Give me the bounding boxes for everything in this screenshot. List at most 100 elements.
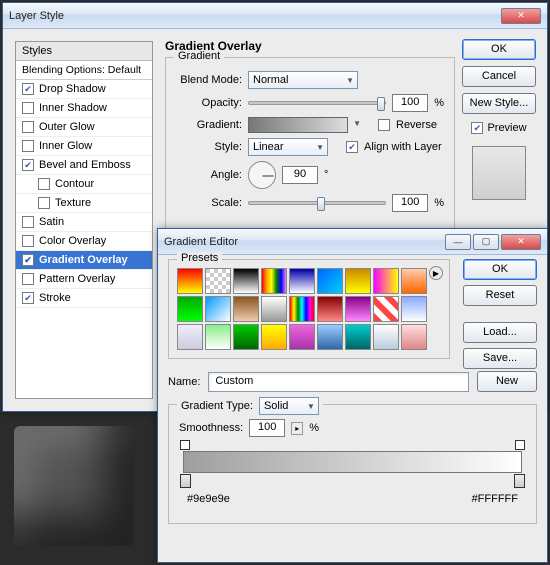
gradient-editor-buttons: OK Reset Load... Save...: [463, 259, 537, 369]
blend-mode-label: Blend Mode:: [176, 74, 242, 86]
style-item-bevel-and-emboss[interactable]: Bevel and Emboss: [16, 156, 152, 175]
preset-swatch[interactable]: [373, 296, 399, 322]
style-checkbox[interactable]: [22, 235, 34, 247]
preset-swatch[interactable]: [261, 296, 287, 322]
preset-swatch[interactable]: [317, 268, 343, 294]
preset-swatch[interactable]: [233, 268, 259, 294]
gradient-swatch[interactable]: [248, 117, 348, 133]
preset-swatch[interactable]: [317, 296, 343, 322]
color-stop-left[interactable]: [180, 474, 191, 488]
new-button[interactable]: New: [477, 371, 537, 392]
align-checkbox[interactable]: [346, 141, 358, 153]
reverse-checkbox[interactable]: [378, 119, 390, 131]
align-label: Align with Layer: [364, 141, 442, 153]
load-button[interactable]: Load...: [463, 322, 537, 343]
style-item-drop-shadow[interactable]: Drop Shadow: [16, 80, 152, 99]
style-item-color-overlay[interactable]: Color Overlay: [16, 232, 152, 251]
style-checkbox[interactable]: [22, 83, 34, 95]
preset-swatch[interactable]: [401, 296, 427, 322]
style-item-contour[interactable]: Contour: [16, 175, 152, 194]
style-item-texture[interactable]: Texture: [16, 194, 152, 213]
style-checkbox[interactable]: [22, 102, 34, 114]
style-checkbox[interactable]: [38, 197, 50, 209]
style-checkbox[interactable]: [22, 121, 34, 133]
style-checkbox[interactable]: [22, 254, 34, 266]
cancel-button[interactable]: Cancel: [462, 66, 536, 87]
style-checkbox[interactable]: [22, 159, 34, 171]
style-checkbox[interactable]: [22, 273, 34, 285]
preset-swatch[interactable]: [261, 268, 287, 294]
style-item-pattern-overlay[interactable]: Pattern Overlay: [16, 270, 152, 289]
angle-dial[interactable]: [248, 161, 276, 189]
preset-swatch[interactable]: [205, 324, 231, 350]
layer-style-titlebar[interactable]: Layer Style ✕: [3, 3, 547, 29]
style-label: Style:: [176, 141, 242, 153]
style-checkbox[interactable]: [38, 178, 50, 190]
preview-checkbox[interactable]: [471, 122, 483, 134]
preset-swatch[interactable]: [317, 324, 343, 350]
background-preview: [0, 412, 160, 565]
preset-swatch[interactable]: [205, 268, 231, 294]
preset-swatch[interactable]: [205, 296, 231, 322]
style-checkbox[interactable]: [22, 292, 34, 304]
style-item-outer-glow[interactable]: Outer Glow: [16, 118, 152, 137]
style-checkbox[interactable]: [22, 216, 34, 228]
blending-options[interactable]: Blending Options: Default: [16, 61, 152, 80]
color-stop-right[interactable]: [514, 474, 525, 488]
preset-swatch[interactable]: [177, 324, 203, 350]
left-color-code: #9e9e9e: [187, 493, 230, 505]
styles-header[interactable]: Styles: [16, 42, 152, 61]
close-icon[interactable]: ✕: [501, 234, 541, 250]
preset-swatch[interactable]: [373, 324, 399, 350]
preset-menu-icon[interactable]: ▶: [429, 266, 443, 280]
style-item-inner-glow[interactable]: Inner Glow: [16, 137, 152, 156]
style-label: Contour: [55, 178, 94, 190]
name-input[interactable]: Custom: [208, 372, 469, 392]
gradient-type-select[interactable]: Solid: [259, 397, 319, 415]
style-item-gradient-overlay[interactable]: Gradient Overlay: [16, 251, 152, 270]
opacity-stop-left[interactable]: [180, 440, 190, 450]
smoothness-stepper-icon[interactable]: ▸: [291, 422, 303, 435]
style-item-satin[interactable]: Satin: [16, 213, 152, 232]
scale-slider[interactable]: [248, 201, 386, 205]
opacity-slider[interactable]: [248, 101, 386, 105]
preset-swatch[interactable]: [289, 296, 315, 322]
preset-grid: [177, 268, 435, 350]
preset-swatch[interactable]: [345, 296, 371, 322]
scale-input[interactable]: 100: [392, 194, 428, 212]
style-select[interactable]: Linear: [248, 138, 328, 156]
opacity-stop-right[interactable]: [515, 440, 525, 450]
smoothness-label: Smoothness:: [179, 422, 243, 434]
style-checkbox[interactable]: [22, 140, 34, 152]
preset-swatch[interactable]: [345, 268, 371, 294]
preset-swatch[interactable]: [289, 324, 315, 350]
preset-swatch[interactable]: [233, 324, 259, 350]
gradient-type-label: Gradient Type:: [181, 400, 253, 412]
gradient-bar[interactable]: [183, 451, 522, 473]
reset-button[interactable]: Reset: [463, 285, 537, 306]
opacity-input[interactable]: 100: [392, 94, 428, 112]
preset-swatch[interactable]: [401, 324, 427, 350]
smoothness-input[interactable]: 100: [249, 419, 285, 437]
style-item-inner-shadow[interactable]: Inner Shadow: [16, 99, 152, 118]
save-button[interactable]: Save...: [463, 348, 537, 369]
ok-button[interactable]: OK: [463, 259, 537, 280]
preset-swatch[interactable]: [373, 268, 399, 294]
preset-swatch[interactable]: [177, 268, 203, 294]
style-item-stroke[interactable]: Stroke: [16, 289, 152, 308]
maximize-icon[interactable]: ▢: [473, 234, 499, 250]
window-title: Layer Style: [9, 10, 64, 22]
angle-input[interactable]: 90: [282, 166, 318, 184]
preset-swatch[interactable]: [289, 268, 315, 294]
preset-swatch[interactable]: [401, 268, 427, 294]
preset-swatch[interactable]: [177, 296, 203, 322]
close-icon[interactable]: ✕: [501, 8, 541, 24]
ok-button[interactable]: OK: [462, 39, 536, 60]
preset-swatch[interactable]: [261, 324, 287, 350]
blend-mode-select[interactable]: Normal: [248, 71, 358, 89]
new-style-button[interactable]: New Style...: [462, 93, 536, 114]
preset-swatch[interactable]: [233, 296, 259, 322]
minimize-icon[interactable]: —: [445, 234, 471, 250]
preset-swatch[interactable]: [345, 324, 371, 350]
preview-swatch: [472, 146, 526, 200]
